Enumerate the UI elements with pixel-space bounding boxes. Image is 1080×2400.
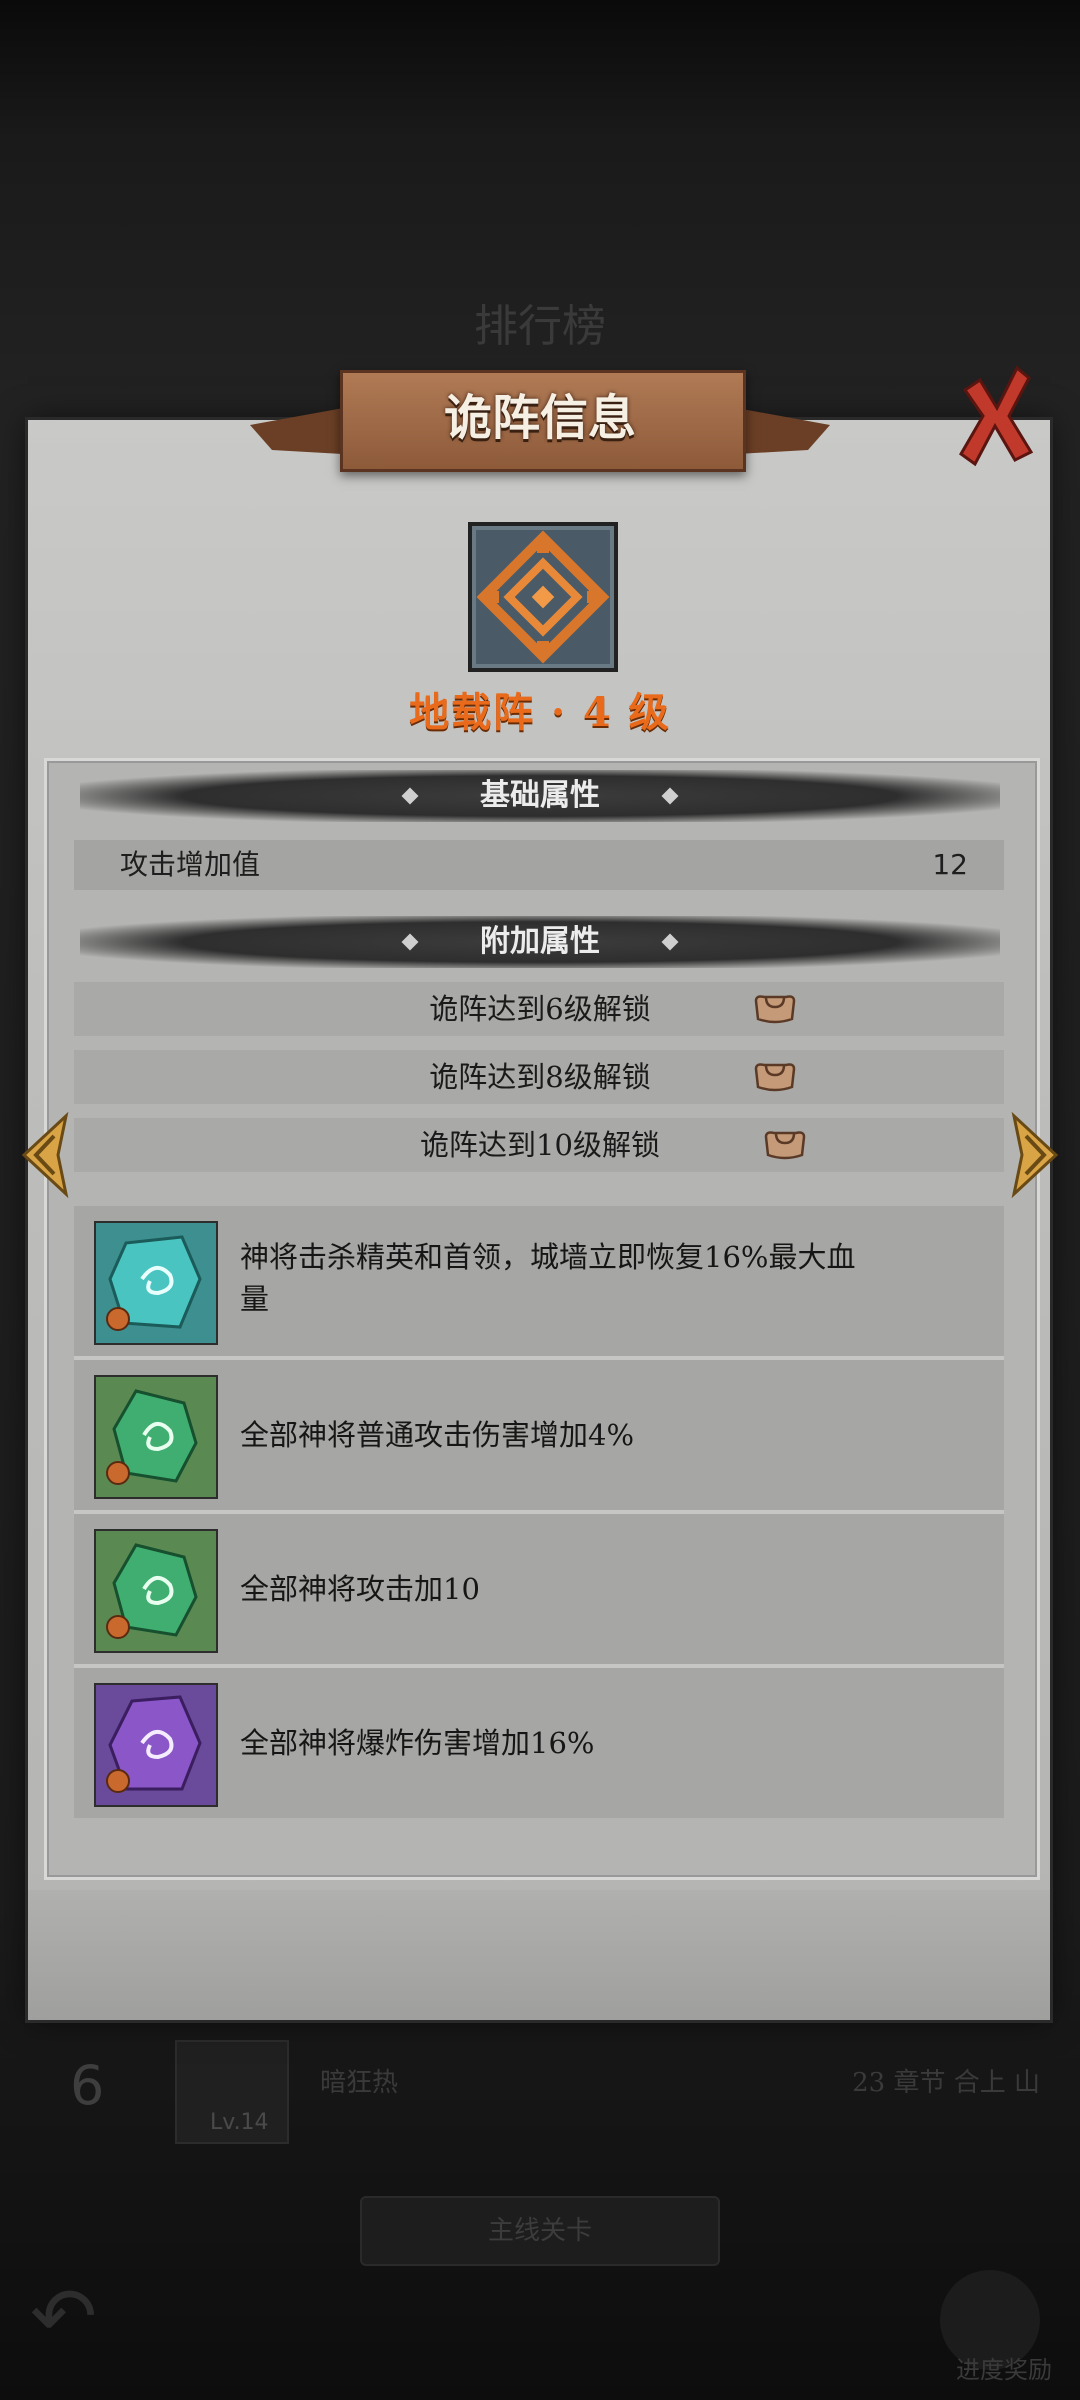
effect-row: 神将击杀精英和首领，城墙立即恢复16%最大血量 xyxy=(74,1206,1004,1356)
effect-text: 全部神将普通攻击伤害增加4% xyxy=(240,1418,635,1452)
lock-icon xyxy=(764,1131,806,1160)
close-icon xyxy=(959,365,1034,467)
formation-name: 地载阵 · 4 级 xyxy=(409,689,671,736)
formation-emblem-icon xyxy=(468,522,618,672)
lock-icon xyxy=(754,1063,796,1092)
extra-attributes-title: 附加属性 xyxy=(480,924,600,959)
progress-reward-label: 进度奖励 xyxy=(956,2356,1052,2384)
chevron-left-icon xyxy=(21,1111,69,1199)
next-arrow-button[interactable] xyxy=(1006,1110,1066,1200)
effect-text: 神将击杀精英和首领，城墙立即恢复16%最大血量 xyxy=(240,1240,856,1316)
effect-row: 全部神将普通攻击伤害增加4% xyxy=(74,1360,1004,1510)
rank-number: 6 xyxy=(70,2054,105,2117)
effect-row: 全部神将攻击加10 xyxy=(74,1514,1004,1664)
effect-row: 全部神将爆炸伤害增加16% xyxy=(74,1668,1004,1818)
teal-gem-icon xyxy=(94,1221,218,1345)
player-level: Lv.14 xyxy=(210,2110,269,2135)
locked-attribute-text: 诡阵达到6级解锁 xyxy=(429,992,651,1026)
main-stage-button: 主线关卡 xyxy=(360,2196,720,2266)
player-name: 暗狂热 xyxy=(320,2068,399,2098)
background-rank-row: 6 Lv.14 暗狂热 23 章节 合上 山 xyxy=(0,2040,1080,2144)
basic-attributes-title: 基础属性 xyxy=(480,778,600,813)
green-gem-icon xyxy=(94,1375,218,1499)
player-progress: 23 章节 合上 山 xyxy=(852,2068,1040,2098)
previous-arrow-button[interactable] xyxy=(14,1110,74,1200)
locked-attribute-text: 诡阵达到10级解锁 xyxy=(420,1128,660,1162)
green-gem-icon xyxy=(94,1529,218,1653)
attribute-value: 12 xyxy=(932,848,968,881)
effect-text: 全部神将爆炸伤害增加16% xyxy=(240,1726,595,1760)
purple-gem-icon xyxy=(94,1683,218,1807)
lock-icon xyxy=(754,995,796,1024)
effect-text: 全部神将攻击加10 xyxy=(240,1572,480,1606)
attribute-label: 攻击增加值 xyxy=(120,848,261,881)
locked-attribute-text: 诡阵达到8级解锁 xyxy=(429,1060,651,1094)
dialog-title: 诡阵信息 xyxy=(443,390,636,446)
back-arrow-icon: ↶ xyxy=(30,2270,98,2363)
background-screen-title: 排行榜 xyxy=(474,301,606,352)
close-button[interactable] xyxy=(955,360,1035,470)
chevron-right-icon xyxy=(1011,1111,1059,1199)
